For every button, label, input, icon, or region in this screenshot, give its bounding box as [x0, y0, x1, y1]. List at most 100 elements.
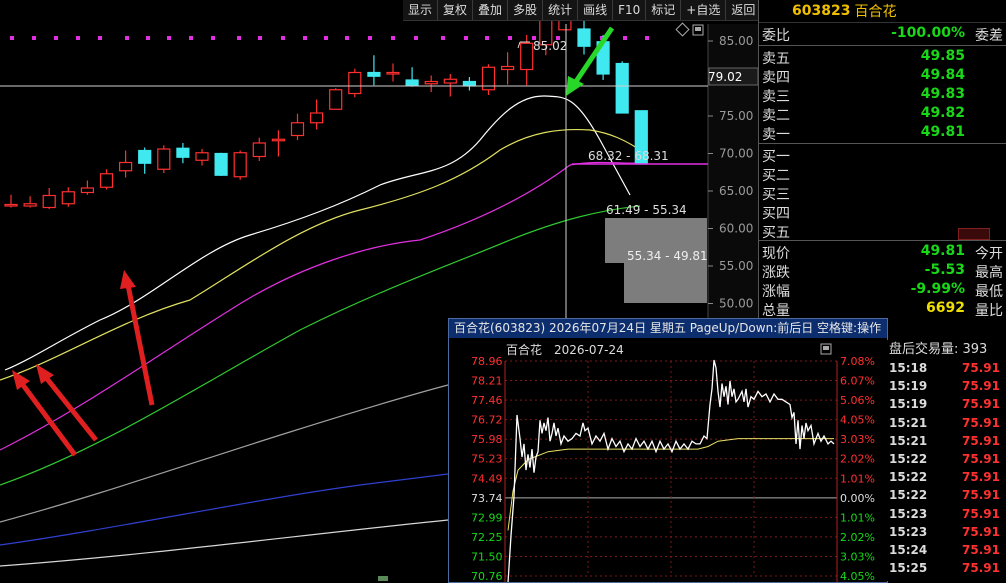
intraday-right-tick: 3.03%	[840, 433, 875, 446]
intraday-left-tick: 72.99	[471, 511, 503, 524]
tick-time: 15:21	[889, 433, 928, 448]
toolbar: 显示 复权 叠加 多股 统计 画线 F10 标记 +自选 返回	[403, 0, 761, 21]
add-watchlist-button[interactable]: +自选	[680, 0, 725, 20]
bid-row-4[interactable]: 买四	[759, 203, 1006, 222]
bid-row-3[interactable]: 买三	[759, 184, 1006, 203]
tick-time: 15:22	[889, 488, 928, 503]
intraday-stock-label: 百合花	[506, 342, 542, 357]
tick-time: 15:23	[889, 524, 928, 539]
tick-time: 15:24	[889, 542, 928, 557]
tick-time: 15:19	[889, 397, 928, 412]
y-tick-label: 75.00	[719, 109, 753, 123]
tick-row: 15:18 75.91	[887, 359, 1006, 377]
candle[interactable]	[615, 61, 629, 114]
signal-dot	[125, 36, 129, 40]
tick-price: 75.91	[962, 488, 1000, 503]
tick-row: 15:24 75.91	[887, 541, 1006, 559]
intraday-title[interactable]: 百合花(603823) 2026年07月24日 星期五 PageUp/Down:…	[449, 319, 887, 338]
candle[interactable]	[329, 88, 343, 110]
weibi-row: 委比 -100.00% 委差	[759, 25, 1006, 44]
low-label: 最低	[975, 284, 1003, 300]
signal-dot	[32, 36, 36, 40]
signal-dot	[464, 36, 468, 40]
display-button[interactable]: 显示	[403, 0, 437, 20]
after-hours-volume: 盘后交易量: 393	[889, 342, 988, 357]
intraday-left-tick: 78.96	[471, 355, 503, 368]
overlay-button[interactable]: 叠加	[472, 0, 507, 20]
band-label-3: 55.34 - 49.81	[627, 249, 708, 263]
stat-label: 涨跌	[762, 265, 790, 281]
intraday-chart[interactable]: 百合花 2026-07-24 78.96 78.21 77.46 76.72 75.98…	[449, 339, 887, 582]
y-tick-label: 70.00	[719, 147, 753, 161]
ask-label: 卖五	[762, 51, 790, 67]
candle[interactable]	[348, 68, 362, 98]
ask-row-5[interactable]: 卖五 49.85	[759, 48, 1006, 67]
intraday-left-tick: 76.72	[471, 414, 503, 427]
high-label: 最高	[975, 265, 1003, 281]
tick-row: 15:22 75.91	[887, 486, 1006, 504]
tick-row: 15:23 75.91	[887, 523, 1006, 541]
candle[interactable]	[157, 145, 171, 173]
signal-dot	[623, 36, 627, 40]
tick-price: 75.91	[962, 451, 1000, 466]
ask-price: 49.84	[920, 67, 965, 83]
ask-row-1[interactable]: 卖一 49.81	[759, 124, 1006, 143]
multi-stock-button[interactable]: 多股	[507, 0, 542, 20]
statistics-button[interactable]: 统计	[542, 0, 577, 20]
stat-label: 现价	[762, 246, 790, 262]
change-row: 涨跌 -5.53 最高	[759, 262, 1006, 281]
tick-row: 15:25 75.91	[887, 559, 1006, 577]
ask-price: 49.81	[920, 124, 965, 140]
open-label: 今开	[975, 246, 1003, 262]
adjust-button[interactable]: 复权	[437, 0, 472, 20]
tick-price: 75.91	[962, 397, 1000, 412]
f10-button[interactable]: F10	[612, 0, 645, 20]
ask-label: 卖二	[762, 108, 790, 124]
candle[interactable]	[214, 152, 228, 176]
ask-row-2[interactable]: 卖二 49.82	[759, 105, 1006, 124]
weibi-value: -100.00%	[891, 25, 965, 41]
band-label-1: 68.32 - 68.31	[588, 149, 669, 163]
quote-scroll-button[interactable]	[958, 228, 990, 240]
signal-dot	[189, 36, 193, 40]
intraday-right-tick: 2.02%	[840, 453, 875, 466]
intraday-right-tick: 7.08%	[840, 355, 875, 368]
y-tick-label: 60.00	[719, 222, 753, 236]
tick-price: 75.91	[962, 470, 1000, 485]
tick-time: 15:19	[889, 379, 928, 394]
intraday-toggle-icon[interactable]	[820, 343, 832, 355]
tick-row: 15:21 75.91	[887, 432, 1006, 450]
tick-price: 75.91	[962, 506, 1000, 521]
high-price-label: 85.02	[533, 39, 567, 53]
tick-price: 75.91	[962, 361, 1000, 375]
change-pct-row: 涨幅 -9.99% 最低	[759, 281, 1006, 300]
weicha-label: 委差	[975, 28, 1003, 44]
tick-price: 75.91	[962, 379, 1000, 394]
tick-time: 15:18	[889, 361, 928, 375]
signal-dot	[167, 36, 171, 40]
signal-dot	[414, 36, 418, 40]
bid-row-2[interactable]: 买二	[759, 165, 1006, 184]
weibi-label: 委比	[762, 28, 790, 44]
ask-row-4[interactable]: 卖四 49.84	[759, 67, 1006, 86]
intraday-left-tick: 72.25	[471, 531, 503, 544]
candle[interactable]	[233, 150, 247, 180]
y-tick-label: 50.00	[719, 297, 753, 311]
intraday-window: 百合花(603823) 2026年07月24日 星期五 PageUp/Down:…	[448, 318, 888, 583]
intraday-left-tick: 74.49	[471, 472, 503, 485]
ask-label: 卖三	[762, 89, 790, 105]
intraday-right-tick: 1.01%	[840, 472, 875, 485]
signal-dot	[508, 36, 512, 40]
signal-dot	[324, 36, 328, 40]
tick-row: 15:23 75.91	[887, 505, 1006, 523]
signal-dot	[345, 36, 349, 40]
mark-button[interactable]: 标记	[645, 0, 680, 20]
back-button[interactable]: 返回	[725, 0, 760, 20]
bid-label: 买二	[762, 168, 790, 184]
change-pct-value: -9.99%	[910, 281, 965, 297]
current-price: 49.81	[920, 243, 965, 259]
bid-row-1[interactable]: 买一	[759, 146, 1006, 165]
draw-line-button[interactable]: 画线	[577, 0, 612, 20]
ask-row-3[interactable]: 卖三 49.83	[759, 86, 1006, 105]
limit-down-box-2	[624, 263, 707, 303]
